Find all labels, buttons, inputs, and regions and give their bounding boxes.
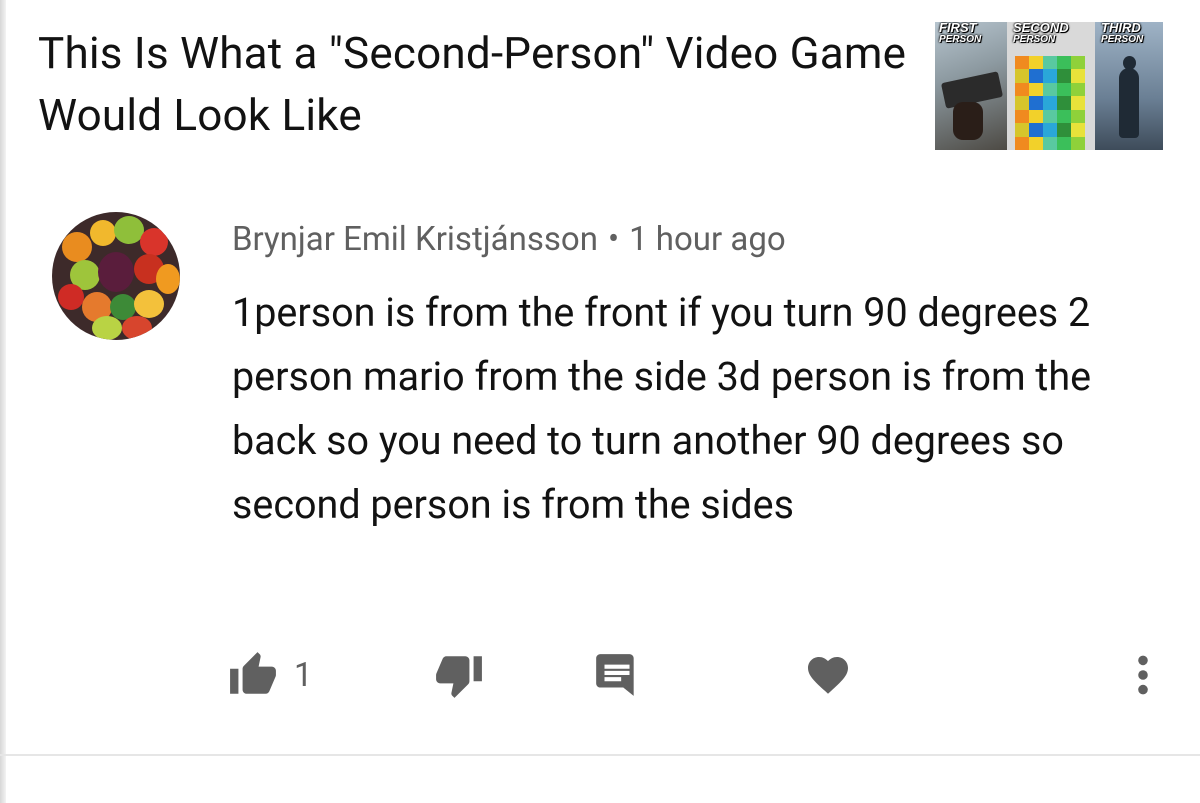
like-count: 1 xyxy=(294,655,313,695)
comment-divider xyxy=(0,754,1200,756)
comment-author[interactable]: Brynjar Emil Kristjánsson xyxy=(232,220,598,259)
avatar[interactable] xyxy=(52,212,180,340)
reply-button[interactable] xyxy=(592,640,642,710)
heart-button[interactable] xyxy=(804,640,852,710)
thumbs-down-icon xyxy=(436,656,482,698)
thumbnail-label-second: SECOND PERSON xyxy=(1013,22,1069,45)
dislike-button[interactable] xyxy=(434,640,484,710)
comment-body: 1person is from the front if you turn 90… xyxy=(232,289,1092,528)
more-options-button[interactable] xyxy=(1128,640,1158,710)
comment-meta: Brynjar Emil Kristjánsson • 1 hour ago xyxy=(232,218,786,262)
like-button[interactable]: 1 xyxy=(228,640,313,710)
more-vertical-icon xyxy=(1138,655,1148,695)
comment-timestamp: 1 hour ago xyxy=(629,220,786,259)
video-thumbnail[interactable]: FIRST PERSON SECOND PERSON THIRD PERSON xyxy=(935,22,1163,150)
meta-separator: • xyxy=(607,220,620,259)
thumbs-up-icon xyxy=(230,652,276,694)
reply-comment-icon xyxy=(596,654,634,696)
video-title[interactable]: This Is What a "Second-Person" Video Gam… xyxy=(38,22,908,146)
thumbnail-label-third: THIRD PERSON xyxy=(1101,22,1144,45)
heart-icon xyxy=(808,657,848,694)
comment-actions: 1 xyxy=(0,640,1200,710)
thumbnail-label-first: FIRST PERSON xyxy=(939,22,982,45)
